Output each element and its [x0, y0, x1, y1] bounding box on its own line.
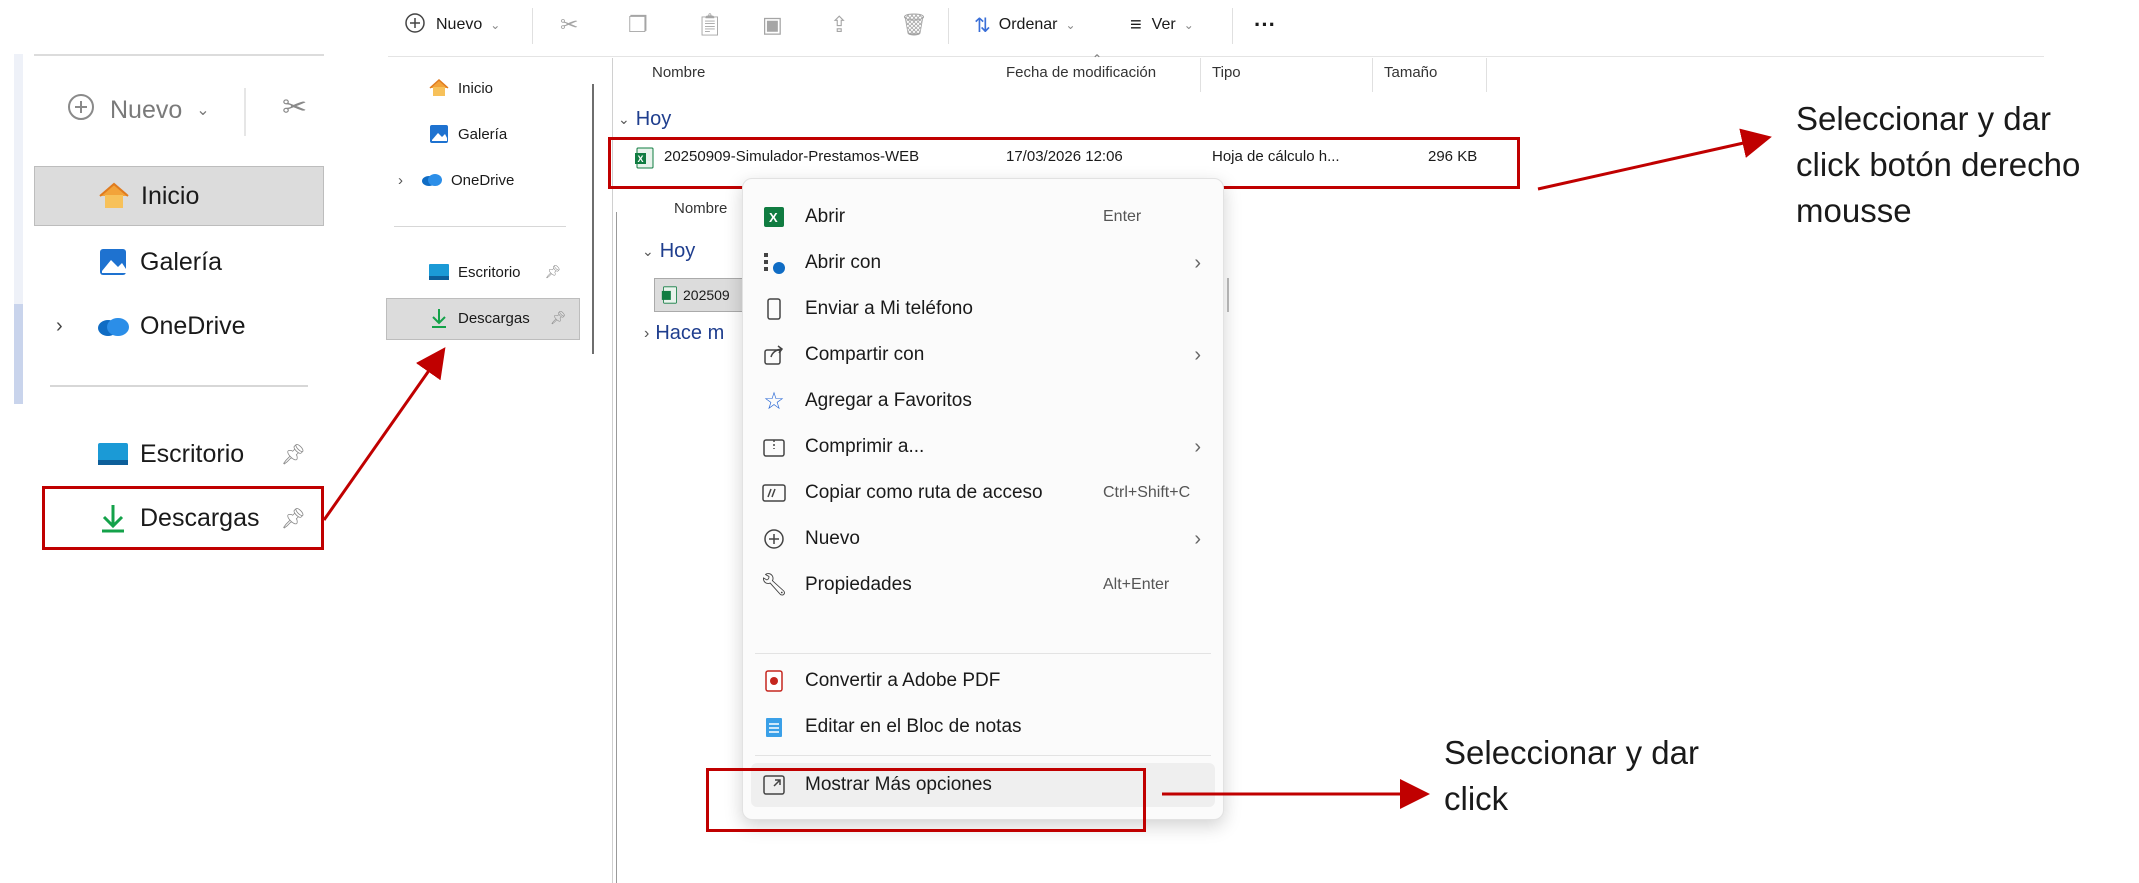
- annotation-line: click: [1444, 780, 1509, 817]
- arrow-file: [1537, 128, 1772, 191]
- annotation-text-click: Seleccionar y dar click: [1444, 730, 1699, 822]
- annotation-line: Seleccionar y dar: [1796, 100, 2051, 137]
- annotation-line: Seleccionar y dar: [1444, 734, 1699, 771]
- arrow-descargas: [322, 347, 446, 521]
- annotation-line: mousse: [1796, 192, 1912, 229]
- annotation-line: click botón derecho: [1796, 146, 2081, 183]
- annotation-text-right-click: Seleccionar y dar click botón derecho mo…: [1796, 96, 2080, 234]
